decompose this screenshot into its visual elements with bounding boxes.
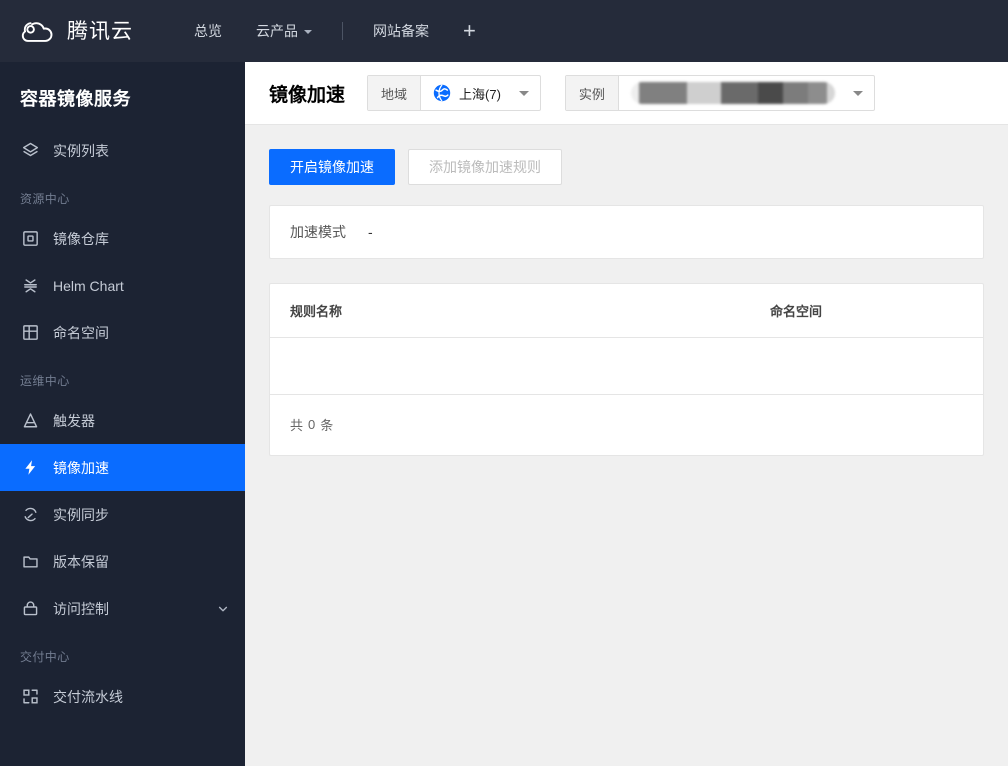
sidebar-item-image-repository[interactable]: 镜像仓库 — [0, 215, 245, 262]
sidebar-title: 容器镜像服务 — [20, 89, 131, 109]
plus-icon: + — [463, 18, 476, 43]
sidebar-item-label: 版本保留 — [53, 553, 109, 570]
lock-icon — [20, 599, 40, 619]
main-content: 镜像加速 地域 上海(7) 实例 开启镜像加速 添加镜像加速规则 加速模式 - … — [245, 62, 1008, 766]
namespace-grid-icon — [20, 323, 40, 343]
region-selector[interactable]: 地域 上海(7) — [367, 75, 541, 111]
redacted-instance-name — [630, 82, 835, 104]
rules-table-card: 规则名称 命名空间 共 0 条 — [269, 283, 984, 456]
sidebar-nav: 实例列表 资源中心 镜像仓库 Helm Chart 命名空间 运维中心 触发器 … — [0, 127, 245, 720]
enable-acceleration-button[interactable]: 开启镜像加速 — [269, 149, 395, 185]
sidebar-item-access-control[interactable]: 访问控制 — [0, 585, 245, 632]
column-header-rule-name: 规则名称 — [270, 284, 750, 338]
action-toolbar: 开启镜像加速 添加镜像加速规则 — [269, 149, 984, 185]
instance-selector-value[interactable] — [619, 76, 874, 110]
sync-icon — [20, 505, 40, 525]
image-repository-icon — [20, 229, 40, 249]
pagination-count: 0 — [308, 417, 316, 432]
sidebar-item-instance-sync[interactable]: 实例同步 — [0, 491, 245, 538]
brand-logo[interactable]: 腾讯云 — [20, 13, 133, 49]
table-body — [270, 337, 983, 395]
sidebar: 容器镜像服务 实例列表 资源中心 镜像仓库 Helm Chart 命名空间 运维… — [0, 62, 245, 766]
chevron-down-icon — [518, 90, 529, 96]
pagination-suffix: 条 — [320, 418, 334, 433]
sidebar-item-label: 触发器 — [53, 412, 95, 429]
sidebar-item-label: 交付流水线 — [53, 688, 123, 705]
table-empty-cell — [750, 337, 983, 395]
folder-icon — [20, 552, 40, 572]
region-selector-label: 地域 — [368, 76, 422, 110]
instance-selector-label: 实例 — [565, 76, 619, 110]
top-nav-label: 总览 — [194, 23, 222, 39]
acceleration-mode-value: - — [368, 224, 373, 240]
sidebar-item-instance-list[interactable]: 实例列表 — [0, 127, 245, 174]
sidebar-group-ops-center: 运维中心 — [20, 374, 70, 389]
sidebar-item-label: 实例列表 — [53, 142, 109, 159]
top-nav-item-overview[interactable]: 总览 — [177, 0, 239, 62]
trigger-icon — [20, 411, 40, 431]
rules-table: 规则名称 命名空间 — [270, 284, 983, 395]
column-header-namespace: 命名空间 — [750, 284, 983, 338]
top-nav-label: 云产品 — [256, 23, 298, 39]
chevron-down-icon[interactable] — [217, 603, 229, 615]
sidebar-item-label: Helm Chart — [53, 277, 124, 294]
globe-icon — [433, 84, 451, 102]
table-header-row: 规则名称 命名空间 — [270, 284, 983, 338]
lightning-icon — [20, 458, 40, 478]
page-header: 镜像加速 地域 上海(7) 实例 — [245, 62, 1008, 125]
table-pagination: 共 0 条 — [270, 395, 983, 455]
sidebar-item-label: 访问控制 — [53, 600, 109, 617]
instance-selector[interactable]: 实例 — [564, 75, 875, 111]
top-nav-item-cloud-products[interactable]: 云产品 — [239, 0, 329, 62]
pipeline-icon — [20, 687, 40, 707]
page-title: 镜像加速 — [269, 84, 346, 106]
table-head: 规则名称 命名空间 — [270, 284, 983, 338]
sidebar-item-label: 命名空间 — [53, 324, 109, 341]
pagination-prefix: 共 — [290, 418, 304, 433]
top-nav-item-icp-filing[interactable]: 网站备案 — [356, 0, 446, 62]
app-root: 腾讯云 总览 云产品 网站备案 + 容器镜像服务 实例列表 资源中心 镜像仓库 … — [0, 0, 1008, 766]
sidebar-item-label: 镜像加速 — [53, 459, 109, 476]
chevron-down-icon — [852, 90, 863, 96]
table-empty-cell — [270, 337, 750, 395]
sidebar-item-image-acceleration[interactable]: 镜像加速 — [0, 444, 245, 492]
top-nav-label: 网站备案 — [373, 23, 429, 39]
top-nav-items: 总览 云产品 网站备案 + — [177, 0, 493, 62]
region-selector-value[interactable]: 上海(7) — [421, 76, 540, 110]
layers-icon — [20, 141, 40, 161]
helm-chart-icon — [20, 276, 40, 296]
sidebar-group-delivery-center: 交付中心 — [20, 650, 70, 665]
region-value-text: 上海(7) — [459, 86, 501, 102]
top-navigation-bar: 腾讯云 总览 云产品 网站备案 + — [0, 0, 1008, 62]
nav-divider — [342, 22, 343, 40]
sidebar-item-delivery-pipeline[interactable]: 交付流水线 — [0, 673, 245, 720]
sidebar-item-version-retention[interactable]: 版本保留 — [0, 538, 245, 585]
sidebar-item-trigger[interactable]: 触发器 — [0, 397, 245, 444]
sidebar-group-resource-center: 资源中心 — [20, 192, 70, 207]
sidebar-item-label: 镜像仓库 — [53, 230, 109, 247]
sidebar-item-helm-chart[interactable]: Helm Chart — [0, 262, 245, 309]
brand-name: 腾讯云 — [67, 19, 133, 43]
add-tab-button[interactable]: + — [446, 0, 493, 62]
content-area: 开启镜像加速 添加镜像加速规则 加速模式 - 规则名称 命名空间 共 0 条 — [245, 125, 1008, 480]
tencent-cloud-logo-icon — [20, 13, 56, 49]
sidebar-item-label: 实例同步 — [53, 506, 109, 523]
table-empty-row — [270, 337, 983, 395]
acceleration-mode-label: 加速模式 — [290, 224, 346, 240]
chevron-down-icon — [304, 30, 312, 34]
sidebar-item-namespace[interactable]: 命名空间 — [0, 309, 245, 356]
acceleration-mode-card: 加速模式 - — [269, 205, 984, 259]
add-acceleration-rule-button[interactable]: 添加镜像加速规则 — [408, 149, 562, 185]
